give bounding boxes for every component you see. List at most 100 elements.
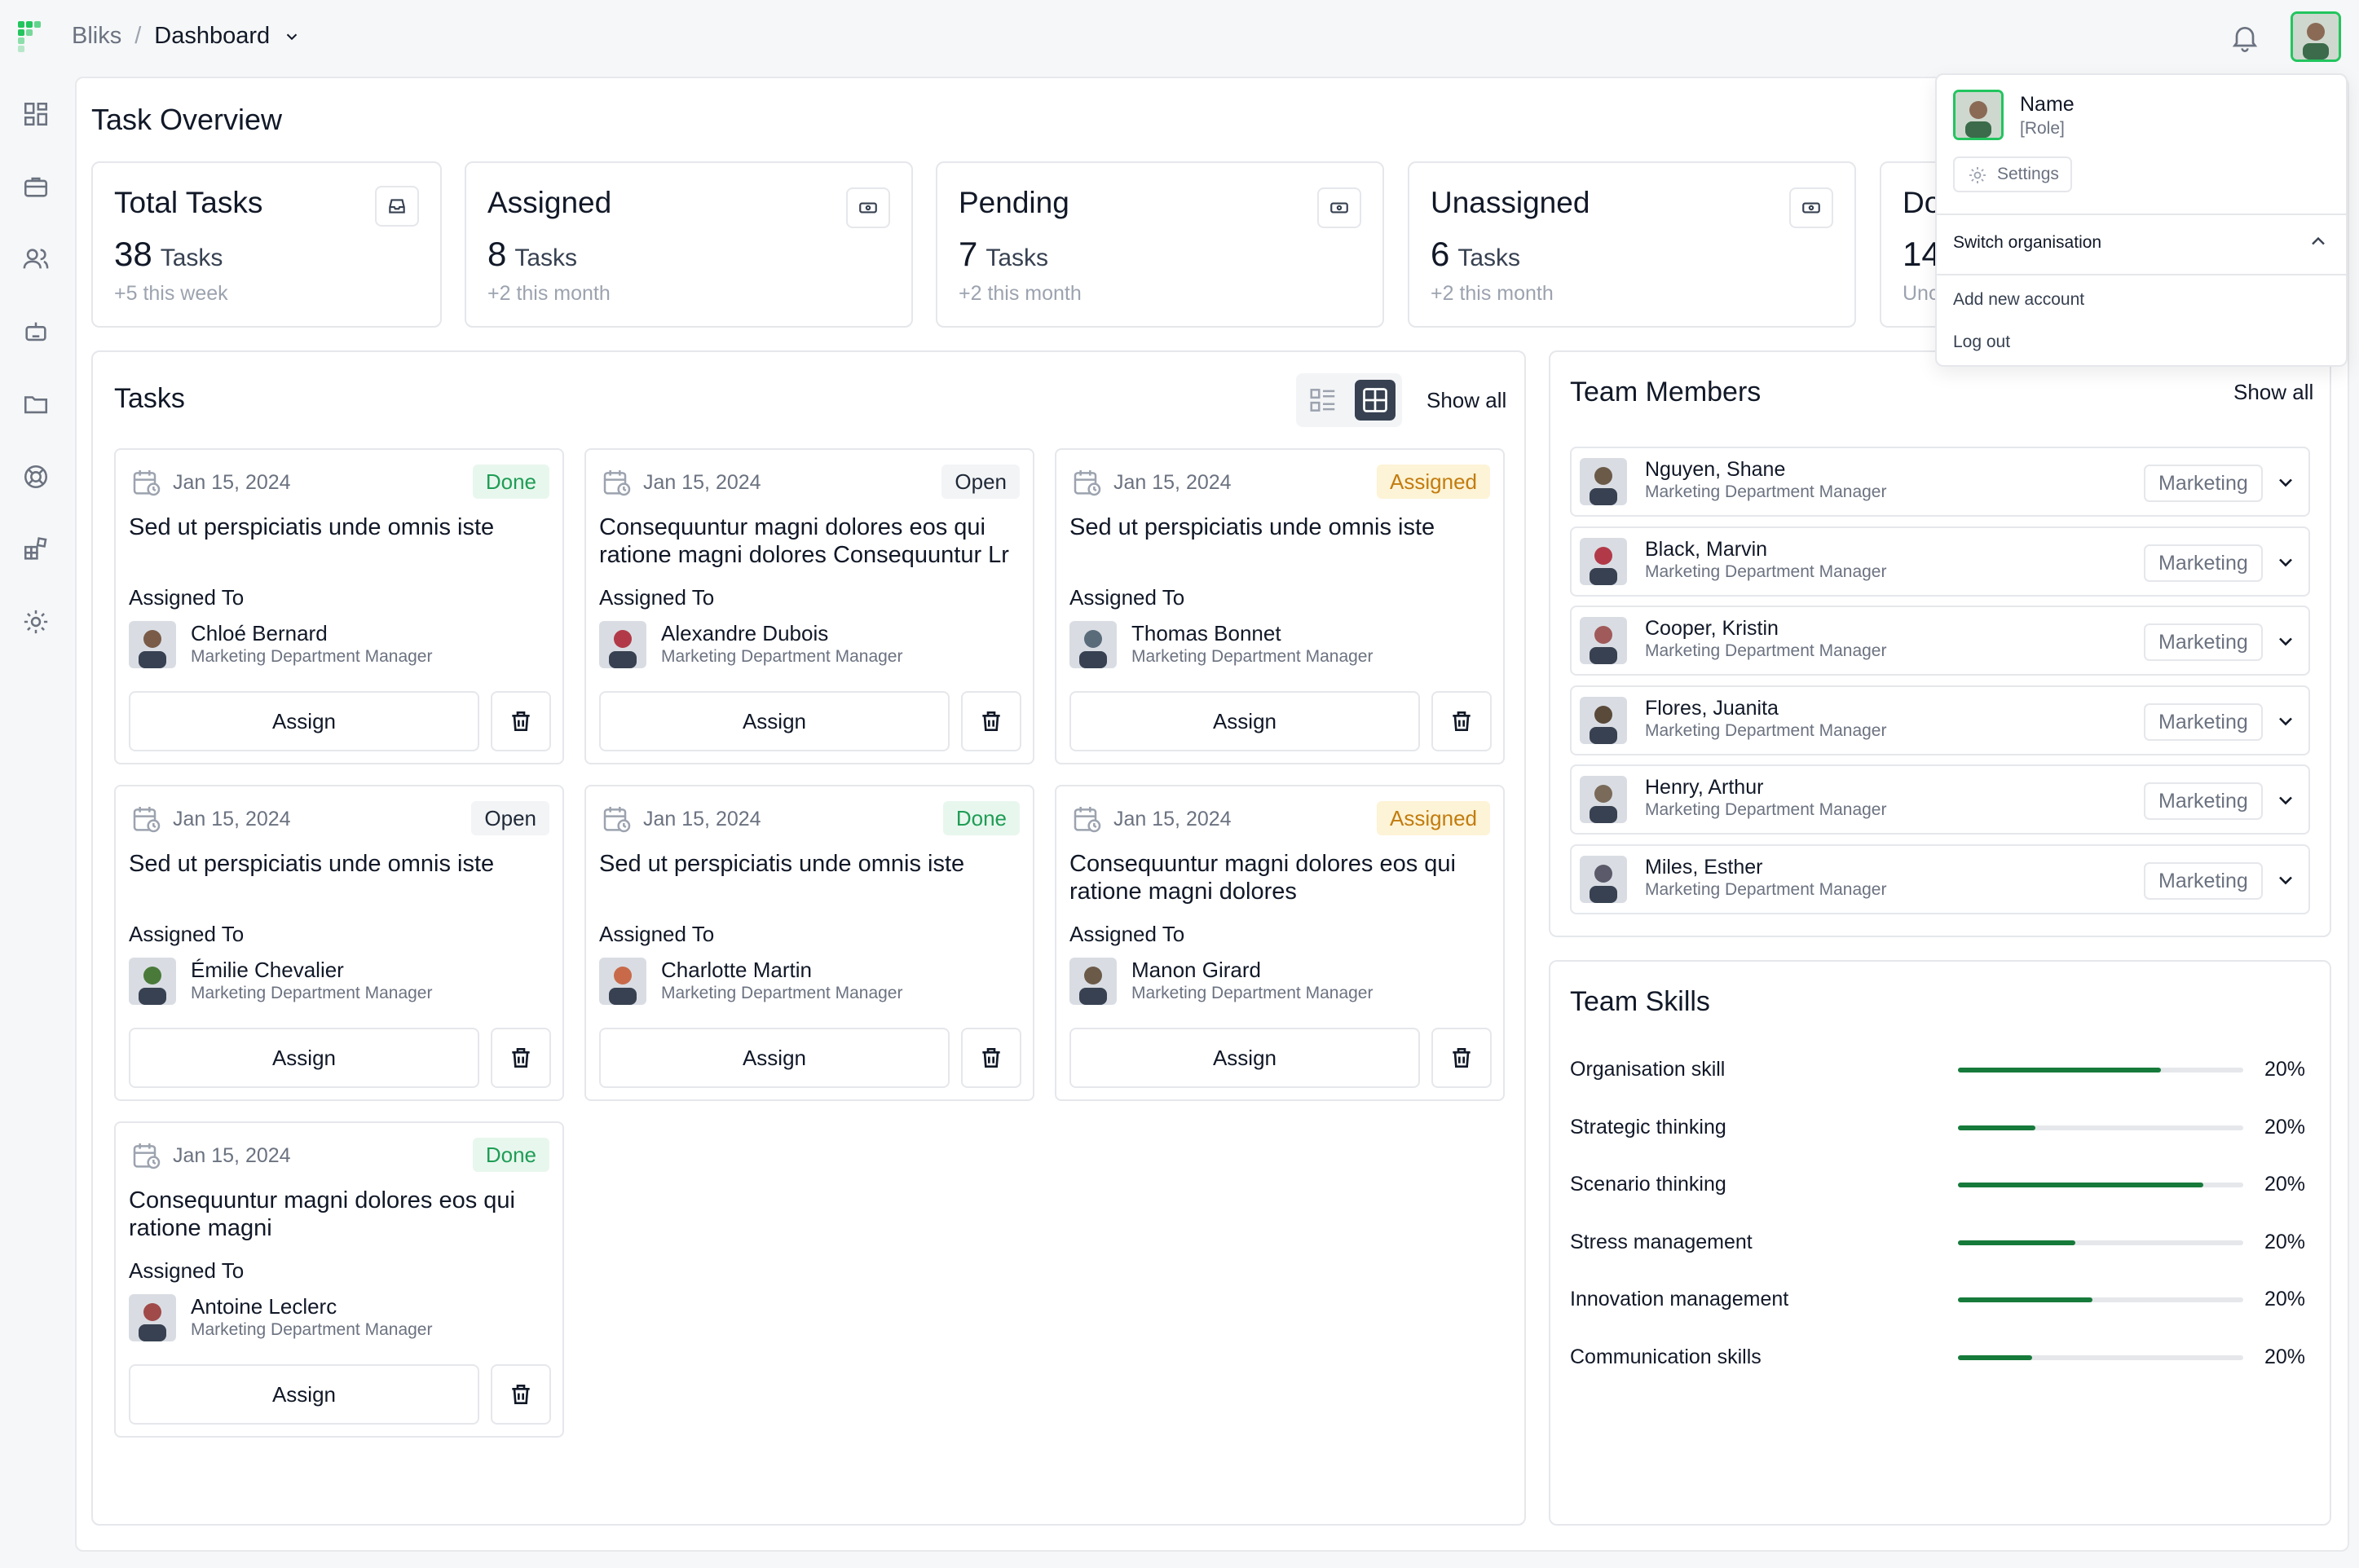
stat-count: 7 Tasks [959,235,1049,273]
team-show-all-link[interactable]: Show all [2233,380,2313,405]
assignee-name: Alexandre Dubois [661,621,829,645]
chevron-down-icon[interactable] [2274,789,2297,812]
add-new-account-item[interactable]: Add new account [1953,290,2084,310]
breadcrumb-brand[interactable]: Bliks [72,23,121,50]
log-out-item[interactable]: Log out [1953,333,2010,352]
tasks-title: Tasks [114,383,185,414]
grid-view-icon[interactable] [1355,380,1396,421]
settings-button[interactable]: Settings [1953,156,2072,192]
chevron-down-icon[interactable] [283,28,301,46]
assign-button[interactable]: Assign [1069,691,1420,751]
status-badge: Assigned [1377,465,1490,499]
robot-icon[interactable] [18,314,54,350]
trash-icon [982,1048,1000,1068]
chevron-down-icon[interactable] [2274,630,2297,653]
page-title: Task Overview [91,103,283,136]
status-badge: Open [941,465,1020,499]
skill-percentage: 20% [2264,1173,2306,1196]
task-card[interactable]: Jan 15, 2024 Done Sed ut perspiciatis un… [584,785,1034,1101]
apps-icon[interactable] [18,531,54,567]
assign-button[interactable]: Assign [129,1028,479,1088]
trash-icon [512,711,530,731]
team-member-row[interactable]: Cooper, Kristin Marketing Department Man… [1570,606,2310,676]
assign-button[interactable]: Assign [129,1364,479,1425]
team-member-row[interactable]: Miles, Esther Marketing Department Manag… [1570,843,2310,914]
delete-button[interactable] [491,1364,551,1425]
assign-button[interactable]: Assign [129,691,479,751]
users-icon[interactable] [18,241,54,277]
delete-button[interactable] [1431,691,1492,751]
assignee-name: Charlotte Martin [661,958,812,982]
delete-button[interactable] [961,1028,1021,1088]
status-badge: Done [472,1138,549,1172]
delete-button[interactable] [1431,1028,1492,1088]
stat-card-assigned[interactable]: Assigned 8 Tasks +2 this month [465,161,913,328]
stat-sub: Unc [1903,282,1939,305]
skill-label: Communication skills [1570,1346,1762,1368]
assignee-role: Marketing Department Manager [191,984,433,1002]
delete-button[interactable] [491,1028,551,1088]
user-avatar[interactable] [2291,11,2341,62]
folder-icon[interactable] [18,386,54,422]
assign-button[interactable]: Assign [1069,1028,1420,1088]
tasks-show-all-link[interactable]: Show all [1426,388,1506,413]
breadcrumb-page[interactable]: Dashboard [154,23,270,50]
avatar [1580,855,1627,903]
stat-title: Unassigned [1431,186,1590,219]
chevron-down-icon[interactable] [2274,869,2297,892]
department-tag: Marketing [2144,782,2263,820]
top-bar: Bliks / Dashboard [0,0,2359,77]
assigned-to-label: Assigned To [1069,585,1185,610]
switch-organisation-item[interactable]: Switch organisation [1953,233,2101,253]
chevron-down-icon[interactable] [2274,471,2297,494]
team-member-row[interactable]: Black, Marvin Marketing Department Manag… [1570,526,2310,597]
avatar [1069,621,1117,668]
assigned-to-label: Assigned To [129,1258,245,1283]
delete-button[interactable] [491,691,551,751]
skill-percentage: 20% [2264,1346,2306,1368]
department-tag: Marketing [2144,623,2263,661]
task-card[interactable]: Jan 15, 2024 Done Consequuntur magni dol… [114,1121,564,1438]
stat-count: 6 Tasks [1431,235,1521,273]
task-card[interactable]: Jan 15, 2024 Assigned Sed ut perspiciati… [1055,448,1505,764]
skill-label: Stress management [1570,1230,1753,1253]
task-card[interactable]: Jan 15, 2024 Open Consequuntur magni dol… [584,448,1034,764]
notification-bell-icon[interactable] [2225,18,2264,57]
department-tag: Marketing [2144,861,2263,900]
task-title: Sed ut perspiciatis unde omnis iste [129,851,495,877]
bliks-logo-icon[interactable] [18,21,47,52]
task-date: Jan 15, 2024 [173,471,291,494]
skill-progress-fill [1958,1355,2032,1360]
gear-icon[interactable] [18,604,54,640]
assigned-to-label: Assigned To [599,585,715,610]
team-member-row[interactable]: Flores, Juanita Marketing Department Man… [1570,685,2310,755]
task-date: Jan 15, 2024 [643,808,761,830]
chevron-down-icon[interactable] [2274,710,2297,733]
stat-card-unassigned[interactable]: Unassigned 6 Tasks +2 this month [1408,161,1856,328]
chevron-up-icon[interactable] [2307,230,2330,253]
stat-card-pending[interactable]: Pending 7 Tasks +2 this month [936,161,1384,328]
stat-card-total[interactable]: Total Tasks 38 Tasks +5 this week [91,161,442,328]
task-card[interactable]: Jan 15, 2024 Done Sed ut perspiciatis un… [114,448,564,764]
briefcase-icon[interactable] [18,169,54,205]
team-member-row[interactable]: Nguyen, Shane Marketing Department Manag… [1570,447,2310,517]
delete-button[interactable] [961,691,1021,751]
task-date: Jan 15, 2024 [173,808,291,830]
task-card[interactable]: Jan 15, 2024 Open Sed ut perspiciatis un… [114,785,564,1101]
profile-role: [Role] [2020,119,2065,138]
chevron-down-icon[interactable] [2274,551,2297,574]
skill-percentage: 20% [2264,1230,2306,1253]
assignee-name: Manon Girard [1131,958,1261,982]
settings-label: Settings [1997,165,2059,183]
list-view-icon[interactable] [1304,381,1342,419]
dashboard-icon[interactable] [18,96,54,132]
assign-button[interactable]: Assign [599,691,950,751]
avatar [1580,776,1627,823]
team-member-row[interactable]: Henry, Arthur Marketing Department Manag… [1570,764,2310,835]
task-title: Sed ut perspiciatis unde omnis iste [1069,514,1435,540]
trash-icon [512,1048,530,1068]
task-card[interactable]: Jan 15, 2024 Assigned Consequuntur magni… [1055,785,1505,1101]
skill-label: Innovation management [1570,1288,1789,1311]
assign-button[interactable]: Assign [599,1028,950,1088]
support-icon[interactable] [18,459,54,495]
